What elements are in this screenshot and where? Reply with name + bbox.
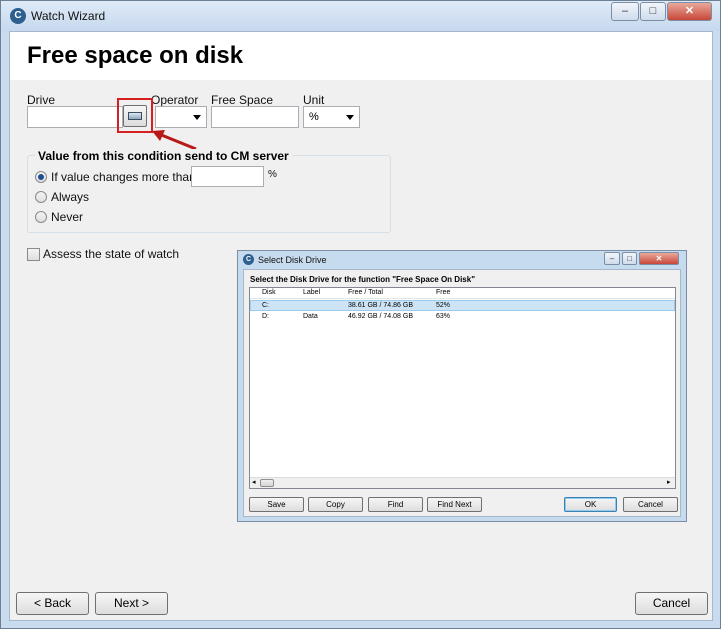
disk-cell: C: [262, 302, 269, 309]
dialog-ok-button[interactable]: OK [564, 497, 617, 512]
send-group-title: Value from this condition send to CM ser… [35, 149, 292, 163]
dialog-save-button[interactable]: Save [249, 497, 304, 512]
maximize-button[interactable]: □ [640, 2, 666, 21]
window-title: Watch Wizard [31, 9, 106, 23]
threshold-unit-label: % [268, 169, 277, 180]
chevron-down-icon [193, 115, 201, 120]
select-disk-drive-dialog: C Select Disk Drive – □ ✕ Select the Dis… [237, 250, 687, 522]
scroll-right-icon[interactable]: ▸ [667, 478, 671, 488]
dialog-copy-button[interactable]: Copy [308, 497, 363, 512]
never-label: Never [51, 210, 84, 224]
dialog-title: Select Disk Drive [258, 255, 327, 265]
app-icon: C [10, 8, 26, 24]
unit-label: Unit [303, 93, 325, 107]
column-header-free[interactable]: Free [436, 288, 450, 298]
radio-always[interactable] [35, 191, 47, 203]
operator-label: Operator [151, 93, 199, 107]
drive-label: Drive [27, 93, 56, 107]
dialog-content: Select the Disk Drive for the function "… [243, 269, 681, 517]
scrollbar-thumb[interactable] [260, 479, 274, 487]
disk-list-header: Disk Label Free / Total Free [250, 288, 675, 299]
title-bar[interactable]: C Watch Wizard – □ ✕ [1, 1, 720, 31]
next-button[interactable]: Next > [95, 592, 168, 615]
header-band: Free space on disk [10, 32, 712, 80]
wizard-content: Free space on disk Drive Operator Free S… [9, 31, 713, 621]
cancel-button[interactable]: Cancel [635, 592, 708, 615]
dialog-close-button[interactable]: ✕ [639, 252, 679, 265]
chevron-down-icon [346, 115, 354, 120]
free-total-cell: 46.92 GB / 74.08 GB [348, 313, 413, 320]
column-header-disk[interactable]: Disk [262, 288, 276, 298]
drive-input[interactable] [27, 106, 123, 128]
page-title: Free space on disk [27, 42, 244, 69]
assess-state-checkbox[interactable] [27, 248, 40, 261]
if-value-changes-label: If value changes more than [51, 170, 196, 184]
free-space-input[interactable] [211, 106, 299, 128]
disk-row[interactable]: D: Data 46.92 GB / 74.08 GB 63% [250, 312, 675, 323]
label-cell: Data [303, 313, 318, 320]
highlight-box [117, 98, 153, 133]
dialog-title-bar[interactable]: C Select Disk Drive – □ ✕ [238, 251, 686, 269]
dialog-heading: Select the Disk Drive for the function "… [250, 275, 475, 284]
change-threshold-input[interactable] [191, 166, 264, 187]
column-header-free-total[interactable]: Free / Total [348, 288, 383, 298]
dialog-find-button[interactable]: Find [368, 497, 423, 512]
free-percent-cell: 52% [436, 302, 451, 309]
red-arrow-shaft [158, 132, 197, 151]
dialog-app-icon: C [243, 254, 254, 265]
horizontal-scrollbar[interactable]: ◂ ▸ [250, 477, 675, 488]
unit-select[interactable]: % [303, 106, 360, 128]
disk-cell: D: [262, 313, 269, 320]
scroll-left-icon[interactable]: ◂ [252, 478, 256, 488]
free-percent-cell: 63% [436, 313, 451, 320]
minimize-button[interactable]: – [611, 2, 639, 21]
free-space-label: Free Space [211, 93, 274, 107]
operator-select[interactable] [155, 106, 207, 128]
disk-list[interactable]: Disk Label Free / Total Free C: 38.61 GB… [249, 287, 676, 489]
dialog-maximize-button[interactable]: □ [622, 252, 637, 265]
unit-value: % [309, 111, 319, 123]
back-button[interactable]: < Back [16, 592, 89, 615]
assess-state-label: Assess the state of watch [43, 247, 180, 261]
dialog-cancel-button[interactable]: Cancel [623, 497, 678, 512]
dialog-minimize-button[interactable]: – [604, 252, 620, 265]
close-button[interactable]: ✕ [667, 2, 712, 21]
free-total-cell: 38.61 GB / 74.86 GB [348, 302, 413, 309]
radio-if-value-changes[interactable] [35, 171, 47, 183]
disk-row[interactable]: C: 38.61 GB / 74.86 GB 52% [250, 300, 675, 311]
always-label: Always [51, 190, 90, 204]
radio-never[interactable] [35, 211, 47, 223]
column-header-label[interactable]: Label [303, 288, 320, 298]
dialog-find-next-button[interactable]: Find Next [427, 497, 482, 512]
watch-wizard-window: C Watch Wizard – □ ✕ Free space on disk … [0, 0, 721, 629]
